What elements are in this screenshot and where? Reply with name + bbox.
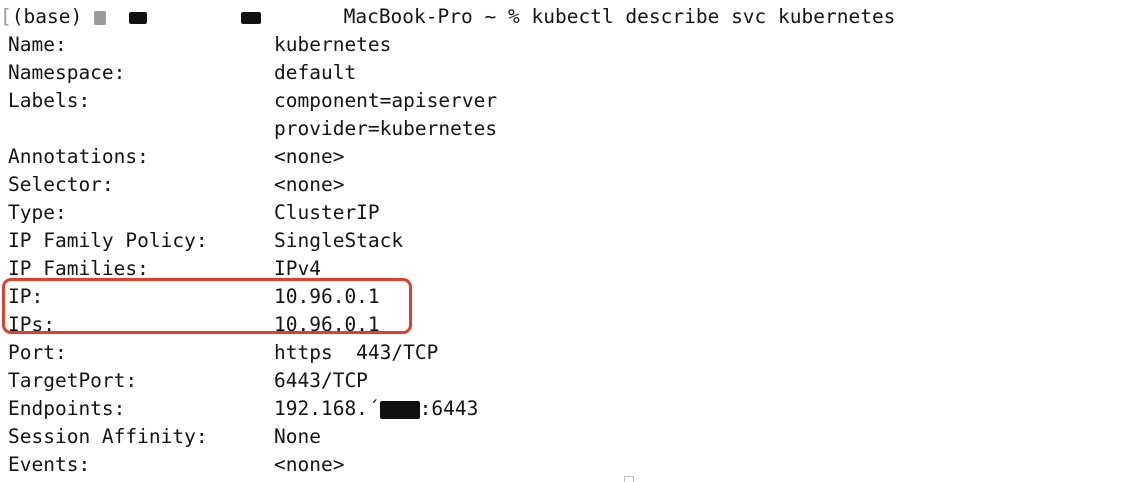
row-value: kubernetes: [274, 33, 392, 56]
row-key: Port:: [8, 341, 67, 364]
row-value: ClusterIP: [274, 201, 380, 224]
row-key: Type:: [8, 201, 67, 224]
row-value: https 443/TCP: [274, 341, 439, 364]
row-value: SingleStack: [274, 229, 404, 252]
row-value: <none>: [274, 453, 345, 476]
terminal-window: { "prompt": { "bracket": "[", "env": "(b…: [0, 0, 1126, 482]
output-row-port: Port: https 443/TCP: [0, 339, 1126, 367]
output-row-labels-cont: provider=kubernetes: [0, 115, 1126, 143]
row-value: None: [274, 425, 321, 448]
row-key: Endpoints:: [8, 397, 126, 420]
row-key: Name:: [8, 33, 67, 56]
terminal-output[interactable]: [(base) MacBook-Pro ~ % kubectl describe…: [0, 3, 1126, 479]
row-value: <none>: [274, 145, 345, 168]
output-row-type: Type: ClusterIP: [0, 199, 1126, 227]
ip-highlight-annotation: [2, 278, 412, 334]
row-value: component=apiserver: [274, 89, 498, 112]
row-key: Namespace:: [8, 61, 126, 84]
output-row-ip-family-policy: IP Family Policy: SingleStack: [0, 227, 1126, 255]
output-row-events: Events: <none>: [0, 451, 1126, 479]
endpoint-suffix: :6443: [419, 397, 479, 420]
redacted-ip-block: [379, 400, 420, 419]
row-key: IP Family Policy:: [8, 229, 208, 252]
row-key: Annotations:: [8, 145, 149, 168]
output-row-namespace: Namespace: default: [0, 59, 1126, 87]
row-value: 192.168.´ :6443: [274, 395, 478, 423]
output-row-endpoints: Endpoints: 192.168.´ :6443: [0, 395, 1126, 423]
command-text: kubectl describe svc kubernetes: [531, 5, 896, 28]
prompt-bracket: [: [0, 5, 12, 28]
output-row-labels: Labels: component=apiserver: [0, 87, 1126, 115]
cwd: ~: [484, 5, 497, 28]
row-key: Labels:: [8, 89, 91, 112]
conda-env: (base): [11, 5, 83, 28]
redacted-user-block: [93, 10, 106, 25]
output-row-annotations: Annotations: <none>: [0, 143, 1126, 171]
row-value: <none>: [274, 173, 345, 196]
endpoint-prefix: 192.168.´: [274, 397, 380, 420]
redacted-user-block: [241, 11, 262, 24]
row-key: TargetPort:: [8, 369, 138, 392]
redacted-user-block: [129, 11, 148, 24]
row-key: Session Affinity:: [8, 425, 208, 448]
output-row-name: Name: kubernetes: [0, 31, 1126, 59]
row-key: Events:: [8, 453, 91, 476]
output-row-session-affinity: Session Affinity: None: [0, 423, 1126, 451]
row-value: provider=kubernetes: [274, 117, 498, 140]
row-value: default: [274, 61, 357, 84]
output-row-targetport: TargetPort: 6443/TCP: [0, 367, 1126, 395]
row-key: Selector:: [8, 173, 114, 196]
row-value: 6443/TCP: [274, 369, 368, 392]
prompt-symbol: %: [507, 5, 520, 28]
text-cursor-icon: [624, 476, 634, 482]
hostname: MacBook-Pro: [343, 5, 473, 28]
output-row-selector: Selector: <none>: [0, 171, 1126, 199]
prompt-line: [(base) MacBook-Pro ~ % kubectl describe…: [0, 3, 1126, 31]
